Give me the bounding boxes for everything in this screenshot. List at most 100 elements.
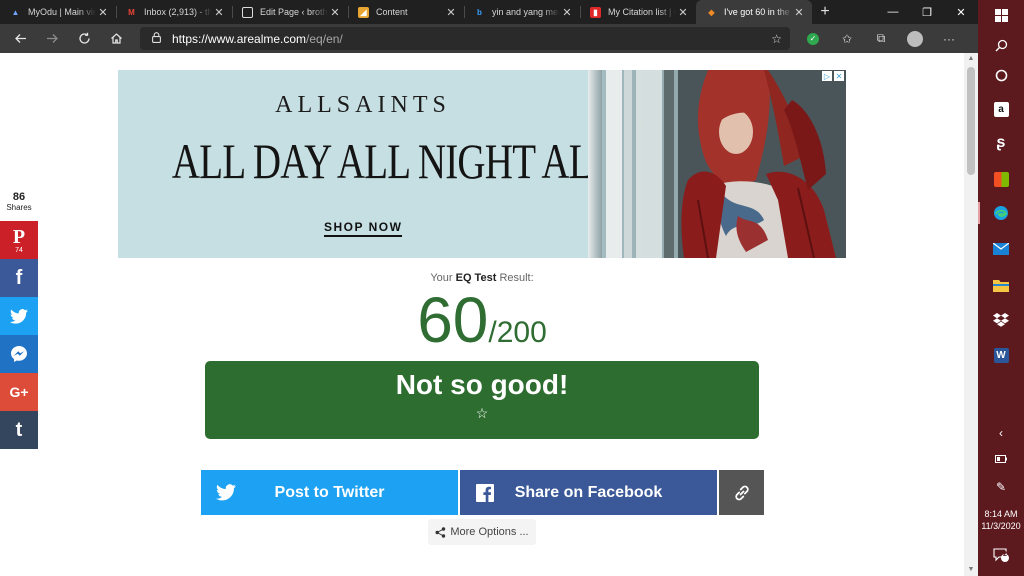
arrow-left-icon — [14, 34, 26, 43]
settings-menu-button[interactable]: ··· — [932, 24, 966, 53]
taskbar-clock[interactable]: 8:14 AM 11/3/2020 — [978, 508, 1024, 532]
favorites-button[interactable]: ✩ — [830, 24, 864, 53]
forward-button[interactable] — [36, 24, 68, 53]
more-options-button[interactable]: More Options ... — [428, 519, 536, 545]
favorite-star-icon[interactable]: ☆ — [771, 32, 782, 46]
notification-count: 2 — [1003, 551, 1007, 558]
pen-icon: ✎ — [995, 480, 1007, 494]
page-icon — [242, 6, 253, 18]
tab-close-icon[interactable]: ✕ — [792, 6, 806, 19]
content-icon: ◢ — [358, 6, 369, 18]
ad-info-icon[interactable]: ▷ — [822, 71, 832, 81]
profile-button[interactable] — [898, 24, 932, 53]
google-plus-share-button[interactable]: G+ — [0, 373, 38, 411]
tab-close-icon[interactable]: ✕ — [444, 6, 458, 19]
ad-shop-now-link[interactable]: SHOP NOW — [324, 220, 403, 237]
tab-gmail[interactable]: M Inbox (2,913) - this ✕ — [116, 0, 232, 24]
refresh-icon — [78, 32, 90, 44]
extension-button[interactable]: ✓ — [796, 24, 830, 53]
tab-content[interactable]: ◢ Content ✕ — [348, 0, 464, 24]
tab-title: I've got 60 in the EQ — [724, 7, 792, 17]
taskbar-amazon[interactable]: a — [978, 94, 1024, 124]
taskbar-dropbox[interactable] — [978, 305, 1024, 335]
tab-title: Edit Page ‹ brother — [260, 7, 328, 17]
odu-icon: ▲ — [11, 7, 20, 17]
more-dots-icon: ··· — [943, 31, 955, 46]
taskbar-app-s[interactable]: ʂ — [978, 128, 1024, 158]
close-window-button[interactable]: ✕ — [944, 0, 978, 24]
new-tab-button[interactable]: + — [812, 0, 838, 24]
home-icon — [110, 33, 122, 44]
action-center-button[interactable]: 2 — [978, 540, 1024, 570]
tab-close-icon[interactable]: ✕ — [328, 6, 342, 19]
messenger-share-button[interactable] — [0, 335, 38, 373]
collections-button[interactable]: ⧉ — [864, 24, 898, 53]
tab-citation[interactable]: ▮ My Citation list | Cite ✕ — [580, 0, 696, 24]
ad-tagline: ALL DAY ALL NIGHT ALLSAINTS — [171, 133, 748, 189]
result-label-suffix: Result: — [499, 272, 534, 284]
ad-close-icon[interactable]: ✕ — [834, 71, 844, 81]
window-controls: — ❐ ✕ — [876, 0, 978, 24]
pinterest-share-button[interactable]: P 74 — [0, 221, 38, 259]
facebook-share-button[interactable]: f — [0, 259, 38, 297]
taskbar-word[interactable]: W — [978, 340, 1024, 370]
scroll-thumb[interactable] — [967, 67, 975, 175]
minimize-button[interactable]: — — [876, 0, 910, 24]
arrow-right-icon — [46, 34, 58, 43]
floating-share-rail: 86 Shares P 74 f G+ t — [0, 189, 38, 449]
mail-icon — [993, 243, 1009, 255]
scroll-down-icon[interactable]: ▼ — [964, 564, 978, 576]
page-scrollbar[interactable]: ▲ ▼ — [964, 53, 978, 576]
cortana-button[interactable] — [978, 60, 1024, 90]
windows-logo-icon — [994, 8, 1008, 22]
pinterest-count: 74 — [15, 246, 23, 254]
result-label-test: EQ Test — [455, 272, 497, 284]
copy-link-button[interactable] — [719, 470, 764, 515]
tab-close-icon[interactable]: ✕ — [560, 6, 574, 19]
refresh-button[interactable] — [68, 24, 100, 53]
result-label-prefix: Your — [430, 272, 453, 284]
tab-close-icon[interactable]: ✕ — [96, 6, 110, 19]
tab-close-icon[interactable]: ✕ — [676, 6, 690, 19]
back-button[interactable] — [4, 24, 36, 53]
home-button[interactable] — [100, 24, 132, 53]
tab-arealme[interactable]: ◆ I've got 60 in the EQ ✕ — [696, 0, 812, 24]
citation-icon: ▮ — [590, 6, 601, 18]
taskbar-edge[interactable] — [978, 198, 1024, 228]
taskbar-file-explorer[interactable] — [978, 270, 1024, 300]
tab-myodu[interactable]: ▲ MyOdu | Main view ✕ — [0, 0, 116, 24]
tab-edit-page[interactable]: Edit Page ‹ brother ✕ — [232, 0, 348, 24]
battery-status[interactable] — [978, 444, 1024, 474]
twitter-share-button[interactable] — [0, 297, 38, 335]
tumblr-share-button[interactable]: t — [0, 411, 38, 449]
edge-icon — [994, 206, 1008, 220]
favorites-list-icon: ✩ — [841, 31, 853, 46]
tab-bing[interactable]: b yin and yang meaning ✕ — [464, 0, 580, 24]
web-page: ALLSAINTS ALL DAY ALL NIGHT ALLSAINTS SH… — [0, 53, 964, 576]
verdict-text: Not so good! — [395, 369, 569, 400]
tab-close-icon[interactable]: ✕ — [212, 6, 226, 19]
advertisement-banner[interactable]: ALLSAINTS ALL DAY ALL NIGHT ALLSAINTS SH… — [118, 70, 846, 258]
post-to-twitter-button[interactable]: Post to Twitter — [201, 470, 458, 515]
start-button[interactable] — [978, 0, 1024, 30]
check-shield-icon: ✓ — [807, 32, 819, 45]
search-button[interactable] — [978, 30, 1024, 60]
taskbar-store[interactable] — [978, 164, 1024, 194]
scroll-up-icon[interactable]: ▲ — [964, 53, 978, 65]
collections-icon: ⧉ — [876, 31, 886, 45]
share-on-facebook-button[interactable]: Share on Facebook — [460, 470, 717, 515]
tab-title: MyOdu | Main view — [28, 7, 96, 17]
clock-time: 8:14 AM — [984, 509, 1018, 519]
taskbar-mail[interactable] — [978, 234, 1024, 264]
address-bar[interactable]: https://www.arealme.com/eq/en/ ☆ — [140, 27, 790, 50]
amazon-icon: a — [993, 101, 1009, 117]
share-count-label: Shares — [6, 203, 32, 212]
score-display: 60/200 — [0, 285, 964, 355]
twitter-bird-icon — [201, 484, 251, 501]
restore-button[interactable]: ❐ — [910, 0, 944, 24]
ad-choices[interactable]: ▷ ✕ — [822, 71, 844, 81]
pen-workspace-button[interactable]: ✎ — [978, 472, 1024, 502]
tab-title: Content — [376, 7, 408, 17]
folder-icon — [993, 279, 1009, 292]
twitter-button-label: Post to Twitter — [274, 483, 385, 501]
